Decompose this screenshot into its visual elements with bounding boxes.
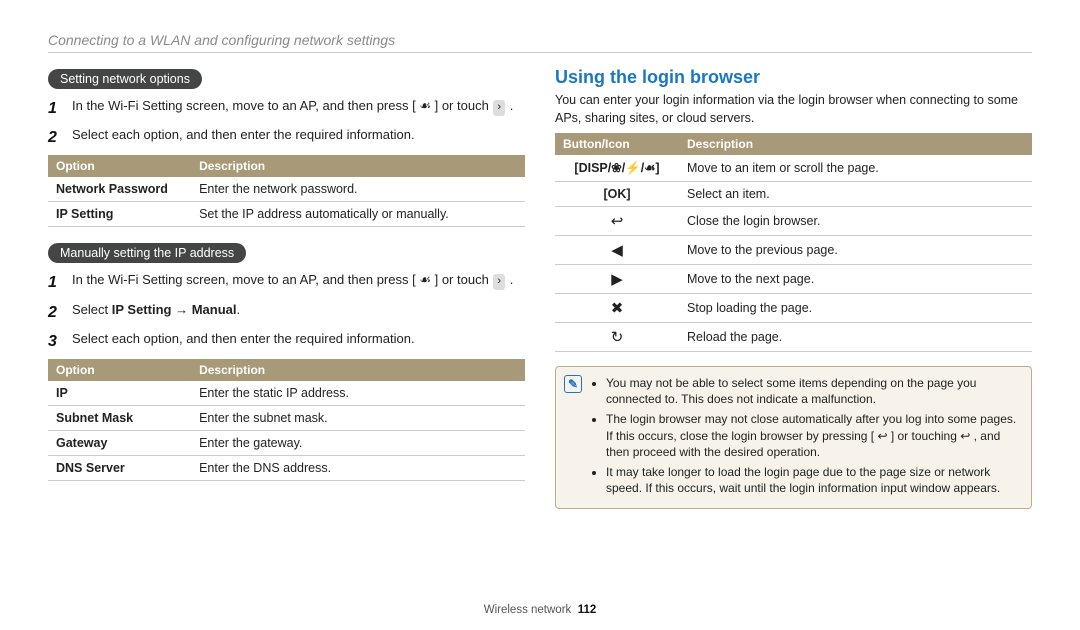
step-number: 3 xyxy=(48,330,62,353)
col-header-option: Option xyxy=(48,155,191,177)
pill-manual-ip: Manually setting the IP address xyxy=(48,243,246,263)
table-login-browser: Button/Icon Description [DISP/❀/⚡/☙]Move… xyxy=(555,133,1032,352)
step-text: Select each option, and then enter the r… xyxy=(72,330,525,353)
table-row: IP Setting Set the IP address automatica… xyxy=(48,202,525,227)
stop-icon: ✖ xyxy=(611,300,624,317)
step-number: 1 xyxy=(48,97,62,120)
step-number: 2 xyxy=(48,126,62,149)
intro-paragraph: You can enter your login information via… xyxy=(555,92,1032,127)
page-number: 112 xyxy=(578,604,597,616)
table-ip-settings: Option Description IPEnter the static IP… xyxy=(48,359,525,481)
col-header-button-icon: Button/Icon xyxy=(555,133,679,155)
ok-icon: [OK] xyxy=(555,182,679,207)
note-box: ✎ You may not be able to select some ite… xyxy=(555,366,1032,509)
col-header-description: Description xyxy=(191,359,525,381)
table-network-options: Option Description Network Password Ente… xyxy=(48,155,525,227)
chevron-right-icon: › xyxy=(493,274,505,290)
table-row: ◀Move to the previous page. xyxy=(555,236,1032,265)
col-header-description: Description xyxy=(191,155,525,177)
note-item: The login browser may not close automati… xyxy=(606,411,1023,460)
table-row: GatewayEnter the gateway. xyxy=(48,430,525,455)
step-text: In the Wi-Fi Setting screen, move to an … xyxy=(72,271,525,294)
step-text: Select each option, and then enter the r… xyxy=(72,126,525,149)
right-column: Using the login browser You can enter yo… xyxy=(555,67,1032,596)
step-text: In the Wi-Fi Setting screen, move to an … xyxy=(72,97,525,120)
chevron-right-icon: › xyxy=(493,100,505,116)
col-header-option: Option xyxy=(48,359,191,381)
pill-setting-network-options: Setting network options xyxy=(48,69,202,89)
section-heading: Using the login browser xyxy=(555,67,1032,88)
step-number: 2 xyxy=(48,301,62,324)
table-row: [OK]Select an item. xyxy=(555,182,1032,207)
table-row: ↩Close the login browser. xyxy=(555,207,1032,236)
note-item: You may not be able to select some items… xyxy=(606,375,1023,407)
breadcrumb: Connecting to a WLAN and configuring net… xyxy=(48,32,1032,53)
note-item: It may take longer to load the login pag… xyxy=(606,464,1023,496)
table-row: IPEnter the static IP address. xyxy=(48,381,525,406)
flower-icon: [ ☙ ] xyxy=(412,98,438,113)
prev-icon: ◀ xyxy=(611,242,623,259)
table-row: ▶Move to the next page. xyxy=(555,265,1032,294)
table-row: Network Password Enter the network passw… xyxy=(48,177,525,202)
table-row: Subnet MaskEnter the subnet mask. xyxy=(48,405,525,430)
note-icon: ✎ xyxy=(564,375,582,393)
table-row: ↻Reload the page. xyxy=(555,323,1032,352)
step-text: Select IP Setting → Manual. xyxy=(72,301,525,324)
back-icon: ↩ xyxy=(611,213,624,230)
flower-icon: [ ☙ ] xyxy=(412,272,438,287)
col-header-description: Description xyxy=(679,133,1032,155)
reload-icon: ↻ xyxy=(611,329,624,346)
page-footer: Wireless network 112 xyxy=(48,596,1032,630)
left-column: Setting network options 1 In the Wi-Fi S… xyxy=(48,67,525,596)
table-row: DNS ServerEnter the DNS address. xyxy=(48,455,525,480)
next-icon: ▶ xyxy=(611,271,623,288)
disp-nav-icon: [DISP/❀/⚡/☙] xyxy=(555,155,679,182)
table-row: ✖Stop loading the page. xyxy=(555,294,1032,323)
table-row: [DISP/❀/⚡/☙]Move to an item or scroll th… xyxy=(555,155,1032,182)
step-number: 1 xyxy=(48,271,62,294)
